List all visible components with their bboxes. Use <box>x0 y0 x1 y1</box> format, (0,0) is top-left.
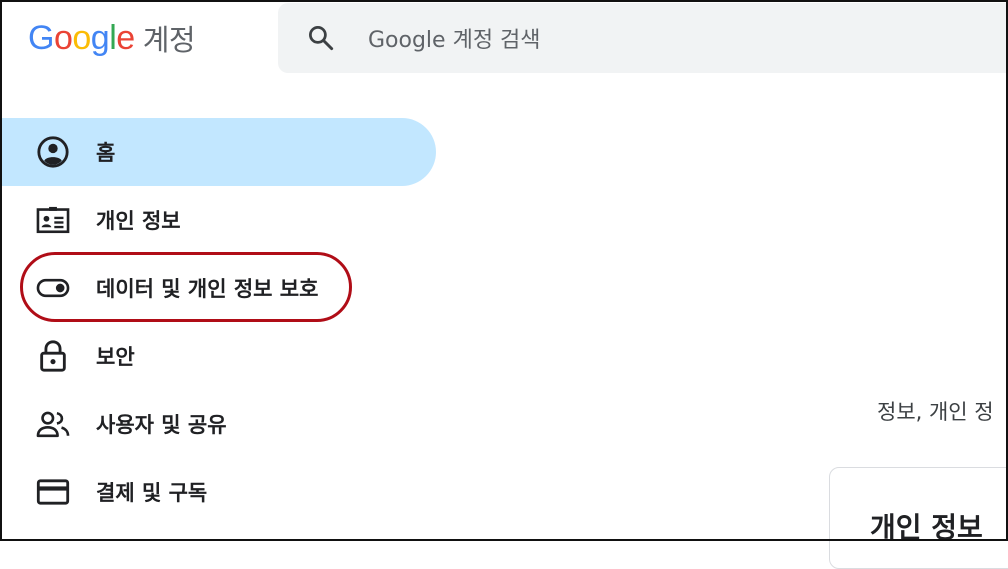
google-account-logo[interactable]: G o o g l e 계정 <box>28 14 196 62</box>
logo-letter-l: l <box>109 18 117 57</box>
logo-letter-g2: g <box>90 18 110 57</box>
id-card-icon <box>36 203 70 237</box>
sidebar-item-home[interactable]: 홈 <box>0 118 436 186</box>
search-icon[interactable] <box>306 23 336 53</box>
logo-letter-o1: o <box>53 18 73 57</box>
sidebar-item-payments-subscriptions[interactable]: 결제 및 구독 <box>0 458 436 526</box>
search-bar[interactable] <box>278 3 1008 73</box>
sidebar-item-people-sharing[interactable]: 사용자 및 공유 <box>0 390 436 458</box>
sidebar-item-label: 사용자 및 공유 <box>96 413 227 437</box>
card-title: 개인 정보 <box>870 511 983 544</box>
sidebar-item-security[interactable]: 보안 <box>0 322 436 390</box>
search-input[interactable] <box>366 19 970 61</box>
sidebar-item-label: 개인 정보 <box>96 209 181 233</box>
logo-letter-o2: o <box>72 18 91 57</box>
credit-card-icon <box>36 475 70 509</box>
sidebar-item-data-privacy[interactable]: 데이터 및 개인 정보 보호 <box>0 254 436 322</box>
main-description-text: 정보, 개인 정 <box>877 400 994 424</box>
sidebar-nav: 홈 개인 정보 데이터 및 개인 정보 보호 보안 사용자 및 공유 결제 및 … <box>0 118 436 526</box>
sidebar-item-label: 홈 <box>96 141 116 165</box>
toggle-icon <box>36 271 70 305</box>
personal-info-card[interactable]: 개인 정보 <box>829 467 1008 569</box>
account-circle-icon <box>36 135 70 169</box>
sidebar-item-label: 결제 및 구독 <box>96 481 208 505</box>
sidebar-item-personal-info[interactable]: 개인 정보 <box>0 186 436 254</box>
logo-product-name: 계정 <box>142 23 196 57</box>
lock-icon <box>36 339 70 373</box>
people-icon <box>36 407 70 441</box>
logo-letter-g1: G <box>28 18 54 57</box>
sidebar-item-label: 보안 <box>96 345 135 369</box>
logo-letter-e: e <box>116 18 135 57</box>
sidebar-item-label: 데이터 및 개인 정보 보호 <box>96 277 319 301</box>
